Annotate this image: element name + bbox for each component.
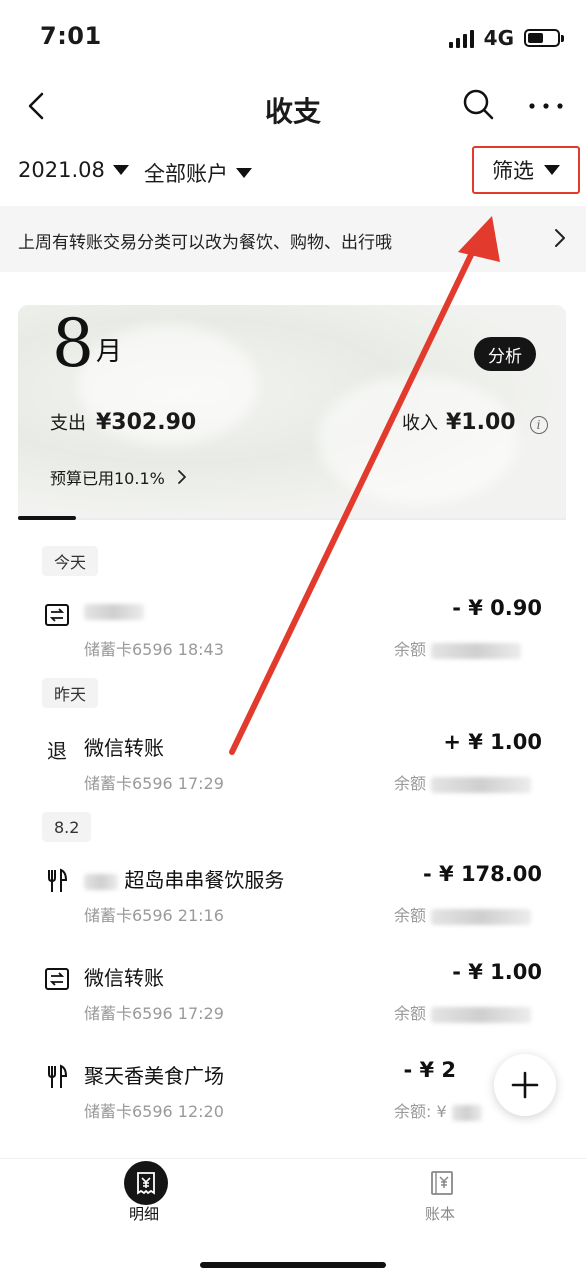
plus-icon xyxy=(511,1071,539,1099)
receipt-icon xyxy=(124,1161,168,1205)
month-number: 8 xyxy=(52,305,94,382)
transaction-title: 聚天香美食广场 xyxy=(84,1064,224,1088)
dining-icon xyxy=(44,1064,70,1090)
chevron-right-icon xyxy=(555,229,565,247)
transaction-balance: 余额 xyxy=(394,1000,532,1024)
card-divider xyxy=(18,518,566,520)
tab-details-label: 明细 xyxy=(128,1205,159,1223)
status-bar: 7:01 4G xyxy=(0,0,586,70)
more-button[interactable] xyxy=(524,86,568,122)
search-icon xyxy=(463,89,494,120)
tip-text: 上周有转账交易分类可以改为餐饮、购物、出行哦 xyxy=(18,233,392,253)
transaction-row[interactable]: 微信转账 储蓄卡6596 17:29 - ¥ 1.00 余额 xyxy=(0,958,586,1028)
expense-label: 支出 xyxy=(50,413,86,434)
transaction-account-time: 储蓄卡6596 21:16 xyxy=(84,906,224,925)
chevron-right-icon xyxy=(177,470,186,484)
network-type: 4G xyxy=(483,26,514,50)
transaction-title: 微信转账 xyxy=(84,736,164,760)
transaction-account-time: 储蓄卡6596 17:29 xyxy=(84,1004,224,1023)
transaction-title: 超岛串串餐饮服务 xyxy=(84,864,284,893)
status-indicators: 4G xyxy=(448,26,564,50)
income-label: 收入 xyxy=(402,413,438,434)
month-unit: 月 xyxy=(96,337,123,367)
transaction-balance: 余额: ¥ xyxy=(394,1098,482,1122)
filter-button[interactable]: 筛选 xyxy=(472,146,580,194)
caret-down-icon xyxy=(544,165,560,175)
home-indicator xyxy=(200,1262,386,1268)
transaction-balance: 余额 xyxy=(394,902,532,926)
tab-ledger[interactable]: 账本 xyxy=(380,1159,500,1239)
nav-bar: 收支 xyxy=(0,72,586,138)
transaction-row[interactable]: 退 微信转账 储蓄卡6596 17:29 + ¥ 1.00 余额 xyxy=(0,728,586,798)
transaction-amount: - ¥ 178.00 xyxy=(423,862,542,886)
filter-button-label: 筛选 xyxy=(492,159,534,183)
status-time: 7:01 xyxy=(40,22,102,50)
transaction-amount: - ¥ 2 xyxy=(403,1058,456,1082)
date-chip-today: 今天 xyxy=(42,546,99,576)
transaction-account-time: 储蓄卡6596 18:43 xyxy=(84,640,224,659)
refund-icon: 退 xyxy=(47,738,67,763)
transaction-amount: + ¥ 1.00 xyxy=(443,730,542,754)
add-record-button[interactable] xyxy=(494,1054,556,1116)
tab-indicator xyxy=(18,516,76,520)
info-icon[interactable]: i xyxy=(529,416,548,434)
dining-icon xyxy=(44,868,70,894)
transaction-balance: 余额 xyxy=(394,636,522,660)
transaction-row[interactable]: 储蓄卡6596 18:43 - ¥ 0.90 余额 xyxy=(0,594,586,664)
analyze-button[interactable]: 分析 xyxy=(474,337,536,371)
income-summary: 收入 ¥1.00 i xyxy=(402,409,548,435)
transaction-amount: - ¥ 1.00 xyxy=(452,960,542,984)
signal-icon xyxy=(448,28,474,48)
month-selector-label: 2021.08 xyxy=(18,158,105,182)
budget-link[interactable]: 预算已用10.1% xyxy=(50,465,187,489)
transaction-account-time: 储蓄卡6596 17:29 xyxy=(84,774,224,793)
date-chip-yesterday: 昨天 xyxy=(42,678,99,708)
transfer-icon xyxy=(44,602,70,628)
budget-text: 预算已用10.1% xyxy=(50,469,165,488)
ledger-icon xyxy=(420,1161,464,1205)
page-title: 收支 xyxy=(264,95,321,128)
month-summary-card: 8 月 分析 支出 ¥302.90 收入 ¥1.00 i 预算已用10.1% xyxy=(18,305,566,519)
tab-details[interactable]: 明细 xyxy=(84,1159,204,1239)
transaction-row[interactable]: 超岛串串餐饮服务 储蓄卡6596 21:16 - ¥ 178.00 余额 xyxy=(0,860,586,930)
transaction-title: 微信转账 xyxy=(84,966,164,990)
search-button[interactable] xyxy=(460,86,496,122)
battery-icon xyxy=(524,29,564,47)
tab-ledger-label: 账本 xyxy=(424,1205,455,1223)
caret-down-icon xyxy=(112,165,129,175)
transaction-balance: 余额 xyxy=(394,770,532,794)
more-dots-icon xyxy=(529,103,563,109)
expense-amount: ¥302.90 xyxy=(96,410,197,435)
income-amount: ¥1.00 xyxy=(446,410,516,435)
background-flower-decoration xyxy=(318,375,518,505)
transfer-icon xyxy=(44,966,70,992)
category-tip-banner[interactable]: 上周有转账交易分类可以改为餐饮、购物、出行哦 xyxy=(0,206,586,272)
month-selector[interactable]: 2021.08 xyxy=(18,158,129,182)
transaction-title xyxy=(84,598,144,622)
account-selector-label: 全部账户 xyxy=(144,162,228,186)
caret-down-icon xyxy=(236,168,252,178)
transaction-account-time: 储蓄卡6596 12:20 xyxy=(84,1102,224,1121)
date-chip-8-2: 8.2 xyxy=(42,812,92,842)
account-selector[interactable]: 全部账户 xyxy=(144,158,252,188)
expense-summary: 支出 ¥302.90 xyxy=(50,409,196,435)
filter-row: 2021.08 全部账户 筛选 xyxy=(0,146,586,200)
transaction-amount: - ¥ 0.90 xyxy=(452,596,542,620)
